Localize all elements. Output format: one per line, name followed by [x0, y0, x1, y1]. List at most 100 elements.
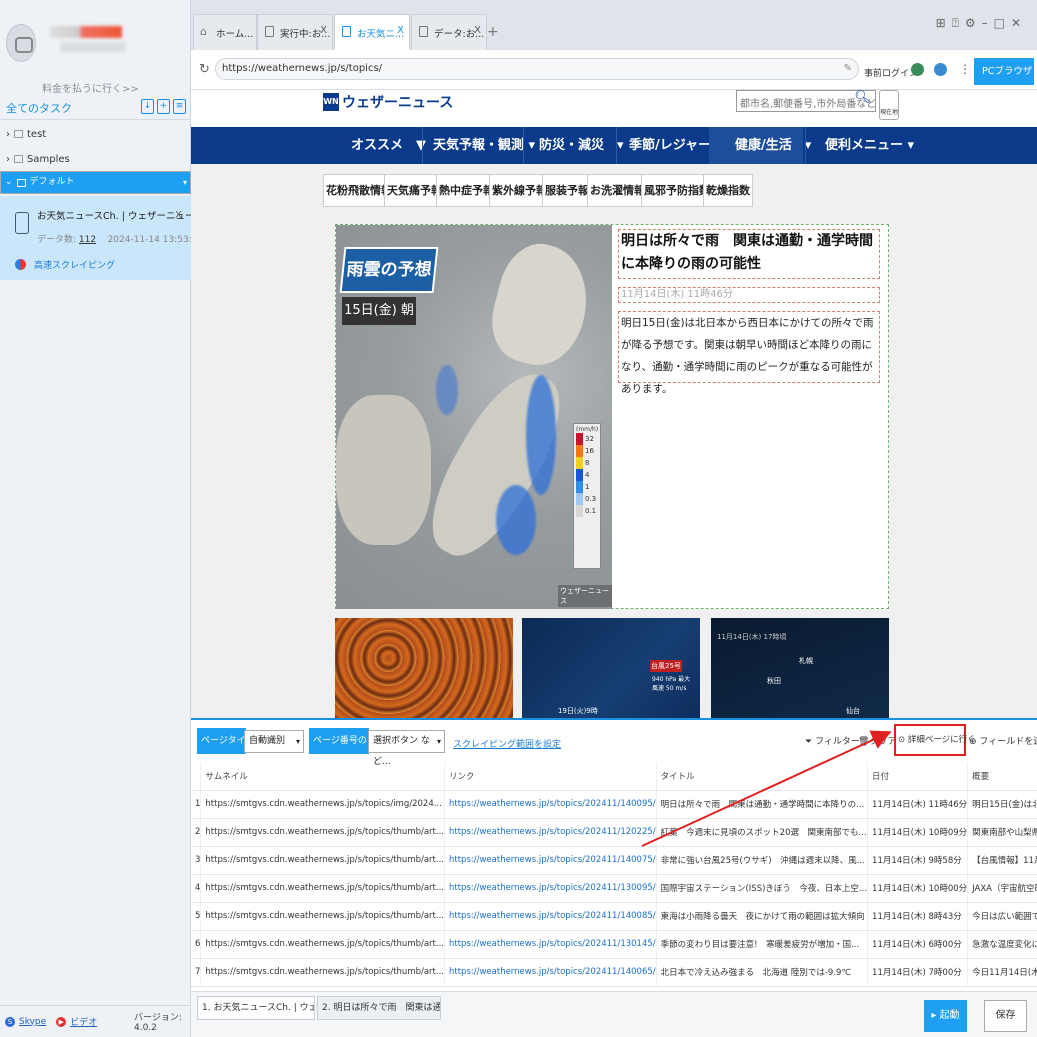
tab-weather[interactable]: お天気ニ... X — [334, 14, 410, 50]
pre-login-button[interactable]: 事前ログイン — [864, 66, 918, 79]
pc-browser-select[interactable]: PCブラウザ ▾ — [974, 58, 1034, 104]
reload-icon[interactable]: ↻ — [199, 62, 210, 77]
rain-forecast-map[interactable]: 雨雲の予想 15日(金) 朝 (mm/h) 32 16 8 4 1 0.3 0.… — [336, 225, 612, 609]
task-card[interactable]: お天気ニュースCh. | ウェザーニュース-ス... X データ数: 112 2… — [0, 196, 225, 280]
tab-data[interactable]: データ:お... X — [411, 14, 487, 50]
cell-title[interactable]: 紅葉 今週末に見頃のスポット20選 関東南部でも... — [656, 818, 869, 847]
skype-link[interactable]: Skype — [19, 1017, 46, 1027]
cell-summary[interactable]: 明日15日(金)は北日本から西日本にかけての所々で... — [967, 790, 1037, 819]
cell-summary[interactable]: 関東南部や山梨県などでも紅葉が見頃のスポットが... — [967, 818, 1037, 847]
cell-thumbnail[interactable]: https://smtgvs.cdn.weathernews.jp/s/topi… — [200, 818, 445, 847]
add-field-button[interactable]: ⊕ フィールドを追加 — [969, 734, 1037, 747]
cell-date[interactable]: 11月14日(木) 9時58分 — [867, 846, 969, 875]
pay-link[interactable]: 料金を払うに行く>> — [42, 80, 139, 95]
cell-summary[interactable]: JAXA（宇宙航空研究開発機構）によると、国際宇宙... — [967, 874, 1037, 903]
url-input[interactable]: https://weathernews.jp/s/topics/ ✎ — [215, 58, 859, 80]
table-row[interactable]: 5 https://smtgvs.cdn.weathernews.jp/s/top… — [191, 902, 1037, 931]
column-header[interactable]: サムネイル — [200, 762, 445, 791]
subnav-laundry[interactable]: お洗濯情報 — [587, 174, 648, 207]
site-logo[interactable]: WN ウェザーニュース — [323, 90, 453, 114]
close-icon[interactable]: X — [175, 210, 182, 221]
table-row[interactable]: 6 https://smtgvs.cdn.weathernews.jp/s/top… — [191, 930, 1037, 959]
cell-title[interactable]: 季節の変わり目は要注意! 寒暖差疲労が増加・国... — [656, 930, 869, 959]
subnav-clothing[interactable]: 服装予報 — [542, 174, 592, 207]
nav-item-recommend[interactable]: オススメ ▼ — [351, 127, 426, 164]
table-row[interactable]: 1 https://smtgvs.cdn.weathernews.jp/s/top… — [191, 790, 1037, 819]
cell-date[interactable]: 11月14日(木) 8時43分 — [867, 902, 969, 931]
cell-link[interactable]: https://weathernews.jp/s/topics/202411/1… — [444, 930, 657, 959]
folder-samples[interactable]: › Samples — [0, 147, 191, 171]
cell-summary[interactable]: 【台風情報】11月14日(木)9時現在、非常に強い台風... — [967, 846, 1037, 875]
cell-summary[interactable]: 今日11月14日(木)の朝は北日本を中心に冷え込みが... — [967, 958, 1037, 987]
extension-icon[interactable] — [911, 63, 924, 76]
cell-thumbnail[interactable]: https://smtgvs.cdn.weathernews.jp/s/topi… — [200, 874, 445, 903]
tab-running[interactable]: 実行中:お... X — [257, 14, 333, 50]
import-icon[interactable]: ↓ — [141, 99, 154, 114]
export-icon[interactable]: ≡ — [173, 99, 186, 114]
cell-link[interactable]: https://weathernews.jp/s/topics/202411/1… — [444, 818, 657, 847]
new-tab-button[interactable]: + — [487, 24, 499, 40]
search-icon[interactable]: 🔍︎ — [849, 90, 876, 112]
cell-thumbnail[interactable]: https://smtgvs.cdn.weathernews.jp/s/topi… — [200, 902, 445, 931]
thumb-typhoon[interactable]: 台風25号 940 hPa 最大風速 50 m/s 19日(火)9時 — [522, 618, 700, 718]
bluetooth-icon[interactable] — [934, 63, 947, 76]
nav-item-forecast[interactable]: 天気予報・観測 ▾ — [433, 127, 535, 164]
subnav-uv[interactable]: 紫外線予報 — [489, 174, 550, 207]
more-menu-icon[interactable]: ⋮ — [959, 62, 971, 76]
cell-date[interactable]: 11月14日(木) 10時00分 — [867, 874, 969, 903]
cell-link[interactable]: https://weathernews.jp/s/topics/202411/1… — [444, 874, 657, 903]
location-button[interactable]: 現在地 — [879, 90, 899, 120]
cell-date[interactable]: 11月14日(木) 7時00分 — [867, 958, 969, 987]
cell-thumbnail[interactable]: https://smtgvs.cdn.weathernews.jp/s/topi… — [200, 958, 445, 987]
cell-link[interactable]: https://weathernews.jp/s/topics/202411/1… — [444, 790, 657, 819]
edit-icon[interactable]: ✎ — [844, 59, 852, 79]
cell-title[interactable]: 明日は所々で雨 関東は通勤・通学時間に本降りの... — [656, 790, 869, 819]
table-row[interactable]: 3 https://smtgvs.cdn.weathernews.jp/s/top… — [191, 846, 1037, 875]
start-button[interactable]: ▸ 起動 — [924, 1000, 967, 1032]
save-button[interactable]: 保存 — [984, 1000, 1027, 1032]
folder-default[interactable]: ⌄ デフォルト — [0, 171, 191, 194]
cell-thumbnail[interactable]: https://smtgvs.cdn.weathernews.jp/s/topi… — [200, 930, 445, 959]
go-detail-page-button[interactable]: ⊙ 詳細ページに行く — [894, 724, 976, 756]
cell-summary[interactable]: 急激な温度変化によって体にさまざまな不調が生じ... — [967, 930, 1037, 959]
nav-item-menu[interactable]: 便利メニュー ▾ — [825, 127, 914, 164]
column-header[interactable]: タイトル — [656, 762, 869, 791]
column-header[interactable]: 日付 — [867, 762, 969, 791]
cell-title[interactable]: 北日本で冷え込み強まる 北海道 陸別では-9.9℃ — [656, 958, 869, 987]
featured-article[interactable]: 雨雲の予想 15日(金) 朝 (mm/h) 32 16 8 4 1 0.3 0.… — [335, 224, 889, 609]
page-type-select[interactable]: 自動識別 — [244, 730, 304, 753]
cell-link[interactable]: https://weathernews.jp/s/topics/202411/1… — [444, 902, 657, 931]
close-icon[interactable]: X — [474, 25, 481, 36]
cell-title[interactable]: 国際宇宙ステーション(ISS)きぼう 今夜、日本上空... — [656, 874, 869, 903]
cell-date[interactable]: 11月14日(木) 11時46分 — [867, 790, 969, 819]
table-row[interactable]: 2 https://smtgvs.cdn.weathernews.jp/s/top… — [191, 818, 1037, 847]
clear-button[interactable]: 🗑︎クリア — [858, 734, 896, 747]
window-controls[interactable]: ⊞⍰⚙–□✕ — [936, 16, 1027, 31]
column-header[interactable]: 概要 — [967, 762, 1037, 791]
thumb-autumn-leaves[interactable] — [335, 618, 513, 718]
nav-item-health[interactable]: 健康/生活 ▾ — [709, 127, 811, 164]
pagination-select[interactable]: 選択ボタン など... — [368, 730, 445, 767]
new-task-icon[interactable]: + — [157, 99, 170, 114]
cell-date[interactable]: 11月14日(木) 6時00分 — [867, 930, 969, 959]
cell-title[interactable]: 東海は小雨降る曇天 夜にかけて雨の範囲は拡大傾向 — [656, 902, 869, 931]
cell-summary[interactable]: 今日は広い範囲で晴れている一方、東海周辺では雲... — [967, 902, 1037, 931]
bottom-tab-list[interactable]: 1. お天気ニュースCh. | ウェザーニュース... — [197, 996, 315, 1020]
table-row[interactable]: 7 https://smtgvs.cdn.weathernews.jp/s/top… — [191, 958, 1037, 987]
nav-item-disaster[interactable]: 防災・減災 ▾ — [539, 127, 624, 164]
tab-home[interactable]: ⌂ ホーム... — [193, 14, 257, 50]
table-row[interactable]: 4 https://smtgvs.cdn.weathernews.jp/s/top… — [191, 874, 1037, 903]
cell-link[interactable]: https://weathernews.jp/s/topics/202411/1… — [444, 846, 657, 875]
scrape-scope-link[interactable]: スクレイピング範囲を設定 — [453, 737, 561, 750]
column-header[interactable]: リンク — [444, 762, 657, 791]
bottom-tab-detail[interactable]: 2. 明日は所々で雨 関東は通勤・... — [317, 996, 441, 1020]
cell-thumbnail[interactable]: https://smtgvs.cdn.weathernews.jp/s/topi… — [200, 846, 445, 875]
folder-test[interactable]: › test — [0, 122, 191, 146]
cell-title[interactable]: 非常に強い台風25号(ウサギ) 沖縄は週末以降、風... — [656, 846, 869, 875]
cell-thumbnail[interactable]: https://smtgvs.cdn.weathernews.jp/s/topi… — [200, 790, 445, 819]
close-icon[interactable]: X — [397, 25, 404, 36]
article-headline[interactable]: 明日は所々で雨 関東は通勤・通学時間に本降りの雨の可能性 — [618, 229, 880, 279]
avatar[interactable] — [6, 24, 36, 62]
filter-button[interactable]: ⏷ フィルター — [805, 734, 860, 747]
video-link[interactable]: ビデオ — [70, 1015, 97, 1028]
